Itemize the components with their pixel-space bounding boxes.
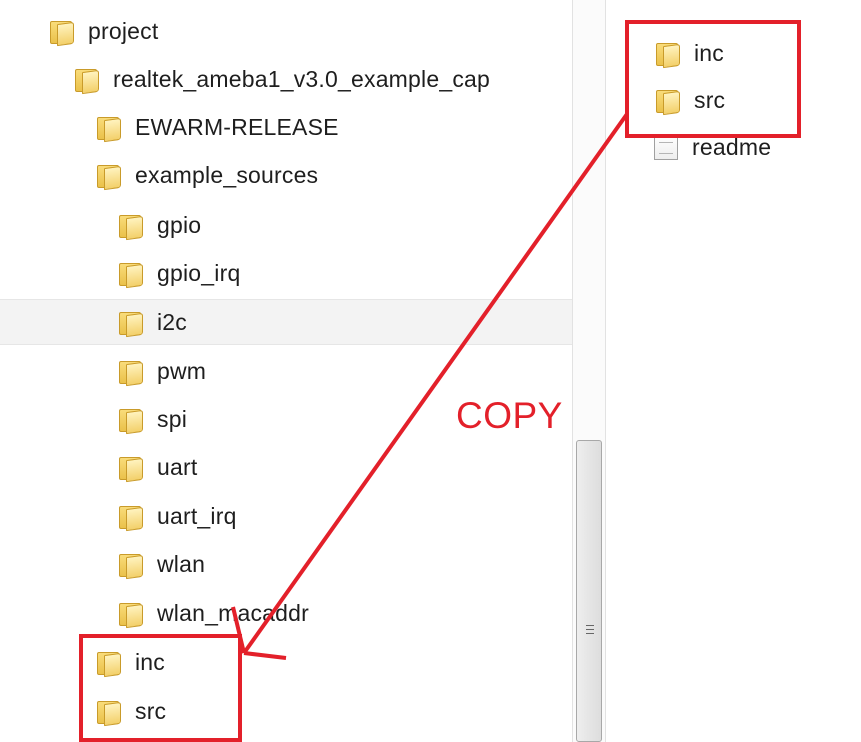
folder-icon <box>117 213 145 241</box>
folder-icon <box>117 407 145 435</box>
tree-item-project[interactable]: project <box>0 8 572 54</box>
tree-item-label: gpio <box>157 212 202 238</box>
tree-item-label: src <box>135 698 167 724</box>
tree-item-label: gpio_irq <box>157 260 241 286</box>
tree-item-wlan-macaddr[interactable]: wlan_macaddr <box>0 590 572 636</box>
content-item-readme[interactable]: readme <box>654 124 854 170</box>
folder-icon <box>117 504 145 532</box>
folder-icon <box>95 650 123 678</box>
tree-item-label: project <box>88 18 159 44</box>
tree-item-wlan[interactable]: wlan <box>0 541 572 587</box>
folder-icon <box>654 41 682 69</box>
tree-item-i2c[interactable]: i2c <box>0 299 572 345</box>
content-item-label: src <box>694 87 726 113</box>
folder-icon <box>654 88 682 116</box>
grip-icon <box>586 625 594 634</box>
tree-item-gpio[interactable]: gpio <box>0 202 572 248</box>
tree-item-label: pwm <box>157 358 207 384</box>
content-item-inc[interactable]: inc <box>654 30 854 76</box>
tree-item-label: wlan <box>157 551 206 577</box>
tree-item-label: i2c <box>157 309 188 335</box>
tree-item-label: realtek_ameba1_v3.0_example_cap <box>113 66 491 92</box>
tree-item-gpio-irq[interactable]: gpio_irq <box>0 250 572 296</box>
tree-item-ewarm-release[interactable]: EWARM-RELEASE <box>0 104 572 150</box>
tree-item-label: uart <box>157 454 198 480</box>
tree-item-uart-irq[interactable]: uart_irq <box>0 493 572 539</box>
tree-item-label: wlan_macaddr <box>157 600 309 626</box>
tree-item-example-sources[interactable]: example_sources <box>0 152 572 198</box>
tree-item-src[interactable]: src <box>0 688 572 734</box>
copy-annotation-label: COPY <box>456 395 563 436</box>
folder-icon <box>95 115 123 143</box>
tree-item-label: inc <box>135 649 166 675</box>
tree-item-label: uart_irq <box>157 503 237 529</box>
folder-contents-pane[interactable]: inc src readme <box>606 0 861 742</box>
tree-item-inc[interactable]: inc <box>0 639 572 685</box>
folder-icon <box>117 601 145 629</box>
vertical-scrollbar[interactable] <box>572 0 606 742</box>
content-item-label: inc <box>694 40 725 66</box>
tree-item-label: EWARM-RELEASE <box>135 114 339 140</box>
folder-icon <box>117 310 145 338</box>
folder-icon <box>117 552 145 580</box>
tree-item-uart[interactable]: uart <box>0 444 572 490</box>
folder-icon <box>117 261 145 289</box>
folder-icon <box>117 455 145 483</box>
folder-icon <box>95 163 123 191</box>
text-file-icon <box>654 134 678 160</box>
tree-item-label: example_sources <box>135 162 319 188</box>
tree-item-realtek-ameba1-example[interactable]: realtek_ameba1_v3.0_example_cap <box>0 56 572 102</box>
folder-icon <box>73 67 101 95</box>
folder-tree-pane[interactable]: project realtek_ameba1_v3.0_example_cap … <box>0 0 572 742</box>
tree-item-pwm[interactable]: pwm <box>0 348 572 394</box>
content-item-label: readme <box>692 134 772 160</box>
folder-icon <box>48 19 76 47</box>
scrollbar-thumb[interactable] <box>576 440 602 742</box>
folder-icon <box>117 359 145 387</box>
tree-item-label: spi <box>157 406 188 432</box>
content-item-src[interactable]: src <box>654 77 854 123</box>
folder-icon <box>95 699 123 727</box>
